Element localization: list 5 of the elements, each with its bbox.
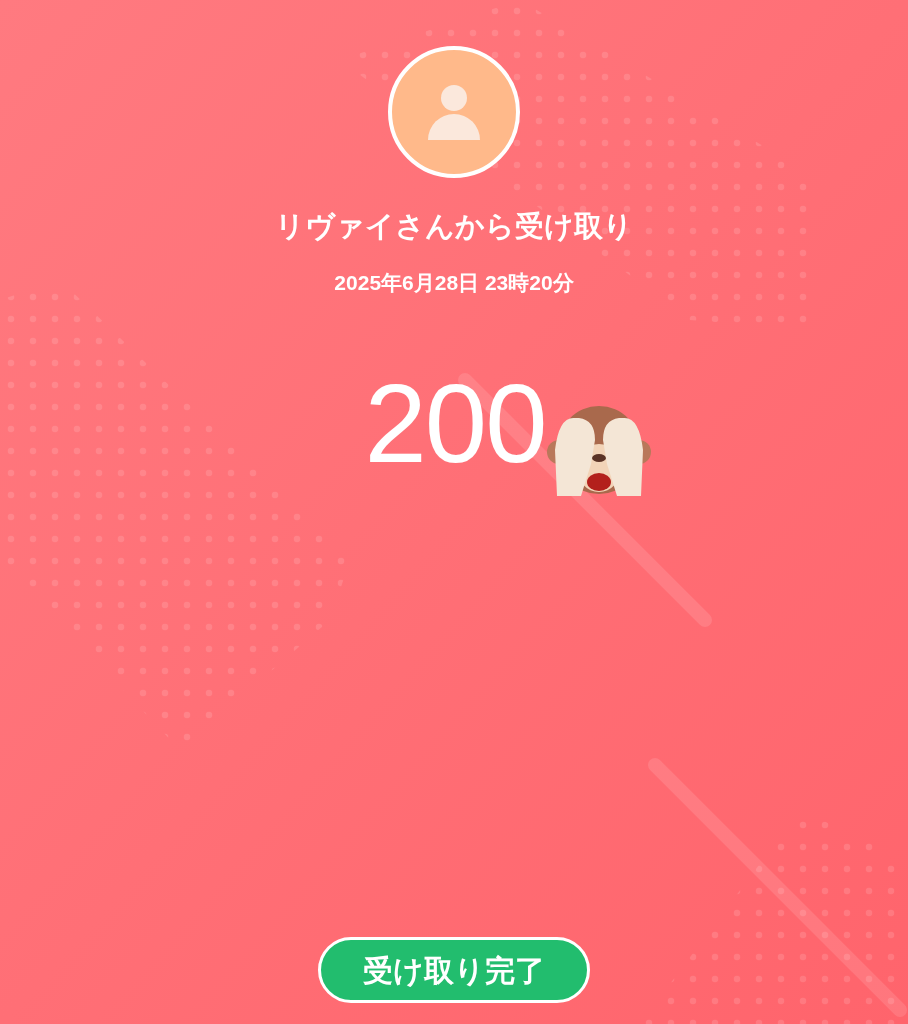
amount: 200 [364,368,546,480]
sender-message: リヴァイさんから受け取り [275,209,633,244]
received-datetime: 2025年6月28日 23時20分 [334,270,574,296]
complete-button[interactable]: 受け取り完了 [318,937,590,1003]
person-icon [428,84,480,140]
